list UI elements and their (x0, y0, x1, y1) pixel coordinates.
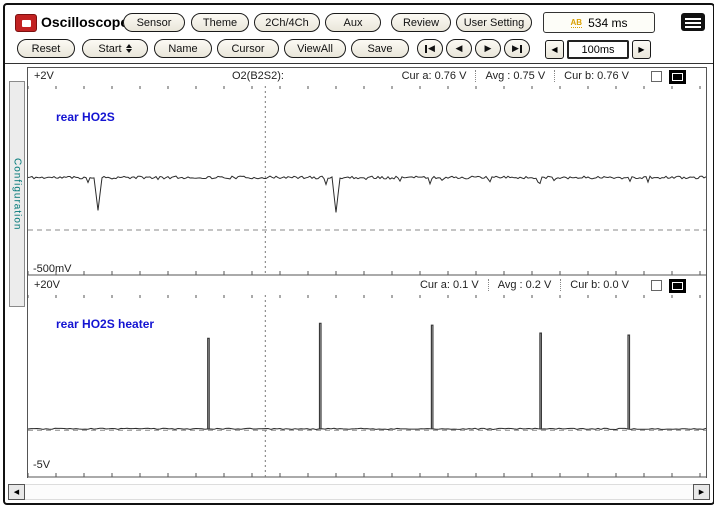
timebase-increase-button[interactable]: ▶ (632, 40, 651, 59)
panel2-checkbox[interactable] (651, 280, 662, 291)
avg-readout: Avg : 0.75 V (475, 70, 554, 82)
scrollbar-track[interactable] (25, 484, 693, 500)
panel1-channel-button[interactable] (669, 70, 686, 84)
plot-area: +2V O2(B2S2): Cur a: 0.76 V Avg : 0.75 V… (27, 67, 707, 478)
sensor-button[interactable]: Sensor (123, 13, 185, 32)
cursor-button[interactable]: Cursor (217, 39, 279, 58)
next-icon: ▶ (512, 43, 519, 53)
avg-readout: Avg : 0.2 V (487, 279, 561, 291)
step-back-button[interactable]: ◀ (446, 39, 472, 58)
aux-button[interactable]: Aux (325, 13, 381, 32)
prev-icon: ◀ (428, 43, 435, 53)
step-forward-button[interactable]: ▶ (475, 39, 501, 58)
oscilloscope-window: Oscilloscope Sensor Theme 2Ch/4Ch Aux Re… (3, 3, 714, 505)
viewall-button[interactable]: ViewAll (284, 39, 346, 58)
channel2-label: rear HO2S heater (56, 317, 155, 331)
skip-start-bar-icon (425, 44, 428, 53)
cursor-a-readout: Cur a: 0.76 V (401, 70, 467, 82)
panel2-ymax-label: +20V (34, 279, 60, 291)
panel2-header: +20V Cur a: 0.1 V Avg : 0.2 V Cur b: 0.0… (32, 278, 702, 294)
panel1-checkbox[interactable] (651, 71, 662, 82)
elapsed-time-value: 534 ms (588, 15, 628, 30)
channel1-label: rear HO2S (56, 110, 115, 124)
review-button[interactable]: Review (391, 13, 451, 32)
panel2-channel-button-inner (672, 282, 683, 290)
panel2-title-patch (210, 278, 302, 293)
cursor-b-readout: Cur b: 0.0 V (560, 279, 638, 291)
scroll-right-button[interactable]: ▶ (693, 484, 710, 500)
timebase-decrease-button[interactable]: ◀ (545, 40, 564, 59)
menu-line (685, 22, 701, 24)
panel2-channel-button[interactable] (669, 279, 686, 293)
start-button[interactable]: Start (82, 39, 148, 58)
skip-start-button[interactable]: ◀ (417, 39, 443, 58)
start-spinner-icon[interactable] (125, 44, 132, 53)
menu-line (685, 18, 701, 20)
panel1-ymin-label: -500mV (33, 263, 72, 275)
user-setting-button[interactable]: User Setting (456, 13, 532, 32)
panel1-readouts: Cur a: 0.76 V Avg : 0.75 V Cur b: 0.76 V (393, 70, 638, 82)
panel1-signal-title: O2(B2S2): (232, 70, 284, 82)
start-button-label: Start (98, 42, 122, 55)
skip-end-bar-icon (519, 44, 522, 53)
scope-trace-1[interactable] (28, 86, 706, 277)
cursor-a-readout: Cur a: 0.1 V (419, 279, 479, 291)
timebase-value: 100ms (567, 40, 629, 59)
app-logo-glyph (21, 19, 31, 27)
app-logo-icon[interactable] (15, 14, 37, 32)
next-icon: ▶ (638, 45, 645, 54)
next-icon: ▶ (698, 489, 705, 496)
scroll-left-button[interactable]: ◀ (8, 484, 25, 500)
panel1-header: +2V O2(B2S2): Cur a: 0.76 V Avg : 0.75 V… (32, 69, 702, 85)
next-icon: ▶ (484, 43, 492, 53)
skip-end-button[interactable]: ▶ (504, 39, 530, 58)
menu-icon[interactable] (681, 13, 705, 31)
prev-icon: ◀ (455, 43, 463, 53)
elapsed-time-display: AB 534 ms (543, 12, 655, 33)
name-button[interactable]: Name (154, 39, 212, 58)
scope-panel-1: +2V O2(B2S2): Cur a: 0.76 V Avg : 0.75 V… (28, 68, 706, 277)
toolbar-separator (5, 63, 713, 64)
save-button[interactable]: Save (351, 39, 409, 58)
reset-button[interactable]: Reset (17, 39, 75, 58)
prev-icon: ◀ (551, 45, 558, 54)
panel1-channel-button-inner (672, 73, 683, 81)
menu-line (685, 26, 701, 28)
scope-panel-2: +20V Cur a: 0.1 V Avg : 0.2 V Cur b: 0.0… (28, 277, 706, 479)
cursor-b-readout: Cur b: 0.76 V (554, 70, 638, 82)
panel2-ymin-label: -5V (33, 459, 51, 471)
page-title: Oscilloscope (41, 14, 129, 30)
panel2-readouts: Cur a: 0.1 V Avg : 0.2 V Cur b: 0.0 V (411, 279, 638, 291)
ab-time-icon: AB (570, 17, 583, 28)
theme-button[interactable]: Theme (191, 13, 249, 32)
panel1-ymax-label: +2V (34, 70, 54, 82)
prev-icon: ◀ (13, 489, 20, 496)
horizontal-scrollbar[interactable]: ◀ ▶ (8, 484, 710, 500)
configuration-tab[interactable]: Configuration (9, 81, 25, 307)
channel-mode-button[interactable]: 2Ch/4Ch (254, 13, 320, 32)
